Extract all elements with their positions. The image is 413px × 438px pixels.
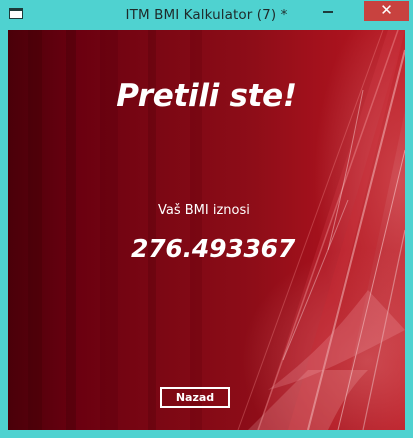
close-icon: ✕ — [380, 1, 393, 19]
result-panel: Pretili ste! Vaš BMI iznosi 276.493367 N… — [8, 30, 405, 430]
minimize-button[interactable] — [314, 1, 342, 21]
result-heading: Pretili ste! — [116, 78, 297, 114]
back-button[interactable]: Nazad — [160, 387, 230, 408]
window-title: ITM BMI Kalkulator (7) * — [125, 7, 288, 23]
app-window: ITM BMI Kalkulator (7) * ✕ Pretili ste! … — [0, 0, 413, 438]
close-button[interactable]: ✕ — [364, 1, 409, 21]
title-bar[interactable]: ITM BMI Kalkulator (7) * ✕ — [0, 0, 413, 30]
bmi-label: Vaš BMI iznosi — [158, 203, 250, 218]
minimize-icon — [323, 11, 333, 13]
bmi-value: 276.493367 — [131, 234, 296, 263]
